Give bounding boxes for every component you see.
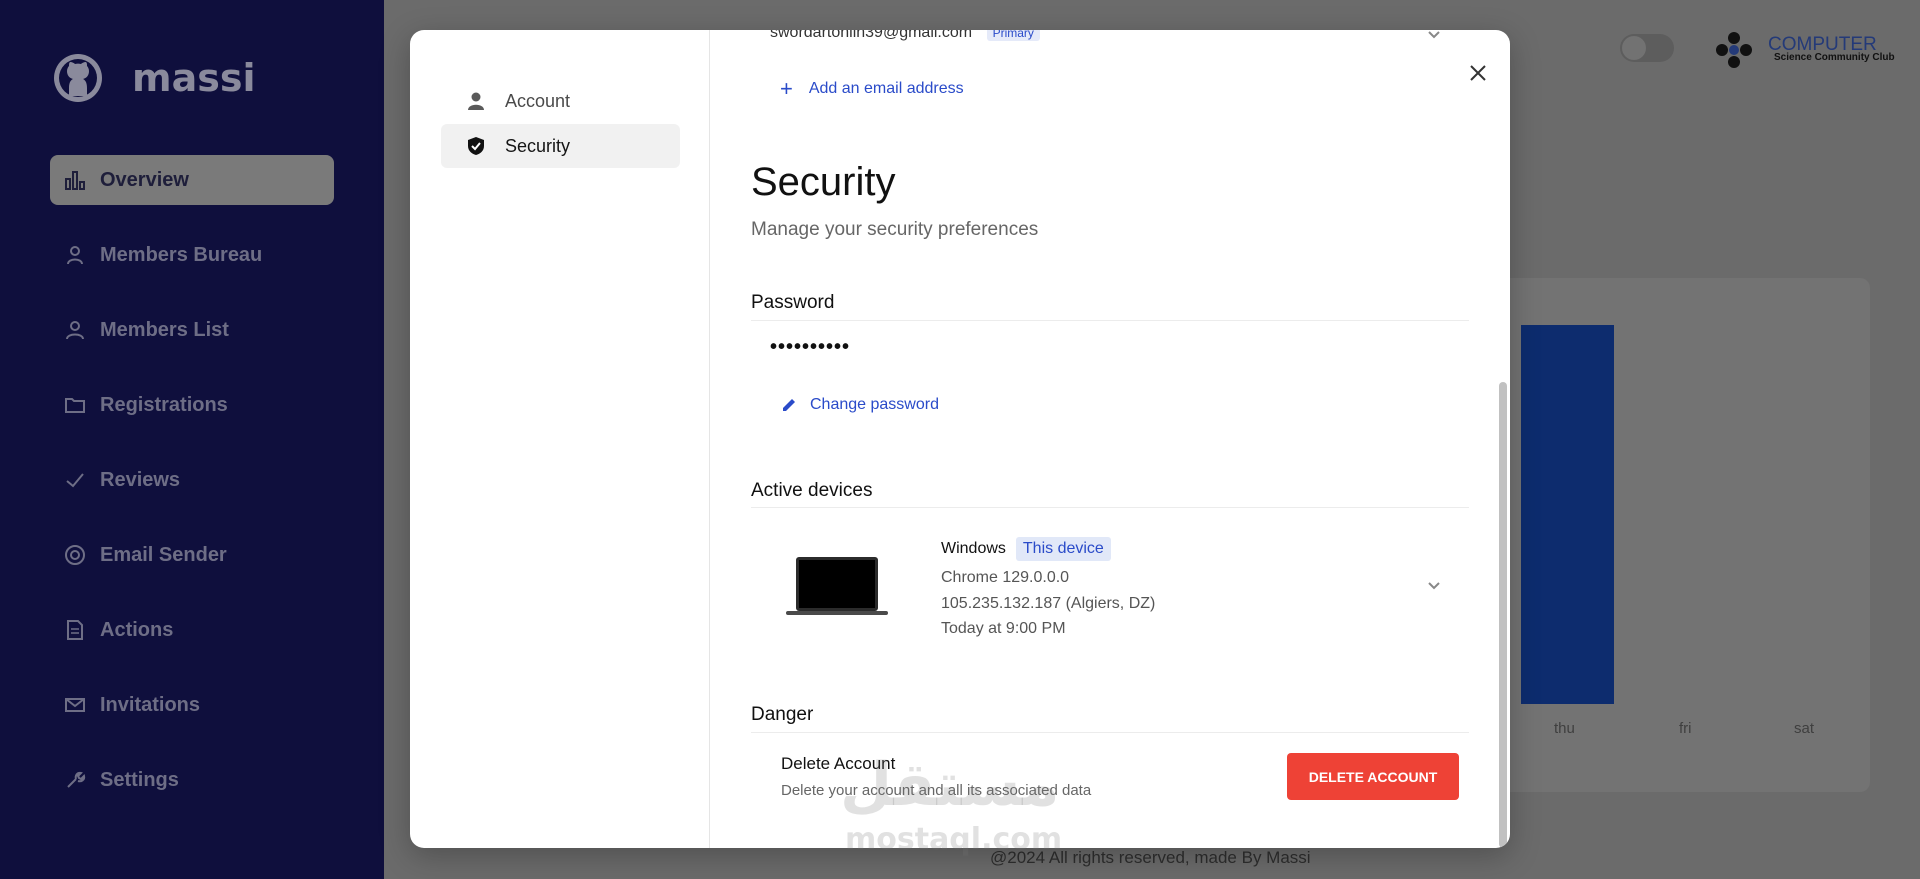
password-value: ••••••••••: [770, 336, 851, 358]
laptop-icon: [786, 557, 888, 615]
sidebar-item-members-bureau[interactable]: Members Bureau: [50, 230, 334, 280]
device-os: Windows: [941, 540, 1006, 557]
tab-label: Security: [505, 135, 571, 156]
x-tick-label: fri: [1679, 720, 1692, 737]
tab-account[interactable]: Account: [441, 79, 680, 123]
sidebar-item-label: Registrations: [100, 393, 228, 416]
sidebar-item-email-sender[interactable]: Email Sender: [50, 530, 334, 580]
sidebar-item-actions[interactable]: Actions: [50, 605, 334, 655]
person-icon: [465, 90, 487, 112]
x-tick-label: thu: [1554, 720, 1575, 737]
devices-section-title: Active devices: [751, 480, 873, 501]
primary-badge: Primary: [986, 30, 1040, 41]
pencil-icon: [783, 399, 795, 411]
theme-toggle[interactable]: [1620, 34, 1674, 62]
sidebar-item-reviews[interactable]: Reviews: [50, 455, 334, 505]
close-icon: [1470, 65, 1486, 81]
shield-icon: [465, 135, 487, 157]
chart-bar-icon: [64, 169, 86, 191]
tab-label: Account: [505, 90, 571, 111]
scrollbar-thumb[interactable]: [1499, 382, 1507, 848]
divider: [751, 507, 1469, 508]
person-icon: [64, 244, 86, 266]
club-subtitle: Science Community Club: [1774, 52, 1895, 63]
user-icon: [64, 319, 86, 341]
chevron-down-icon[interactable]: [1424, 30, 1444, 44]
x-tick-label: sat: [1794, 720, 1815, 737]
divider: [751, 732, 1469, 733]
wrench-icon: [64, 769, 86, 791]
document-icon: [64, 619, 86, 641]
device-row: Windows This device: [941, 537, 1111, 561]
github-icon: [54, 54, 102, 102]
sidebar-item-settings[interactable]: Settings: [50, 755, 334, 805]
delete-account-button[interactable]: DELETE ACCOUNT: [1287, 753, 1459, 800]
brand: massi: [52, 52, 256, 104]
add-email-button[interactable]: + Add an email address: [780, 76, 964, 101]
device-browser: Chrome 129.0.0.0: [941, 569, 1070, 586]
sidebar-item-registrations[interactable]: Registrations: [50, 380, 334, 430]
chevron-down-icon[interactable]: [1424, 575, 1444, 595]
sidebar-item-label: Members Bureau: [100, 243, 263, 266]
this-device-badge: This device: [1015, 537, 1111, 561]
mail-icon: [64, 694, 86, 716]
password-section-title: Password: [751, 292, 835, 313]
sidebar-item-label: Reviews: [100, 468, 181, 491]
device-ip: 105.235.132.187 (Algiers, DZ): [941, 595, 1156, 612]
email-row: swordartonlin39@gmail.com Primary: [770, 30, 1040, 42]
folder-icon: [64, 394, 86, 416]
sidebar-item-label: Invitations: [100, 693, 201, 716]
page-title: Security: [751, 160, 896, 204]
sidebar: massi Overview Members Bureau Members Li…: [0, 0, 384, 879]
email-address: swordartonlin39@gmail.com: [770, 30, 973, 41]
change-password-label: Change password: [810, 396, 939, 413]
watermark: مستقل: [840, 750, 1060, 820]
brand-name: massi: [132, 56, 256, 100]
sidebar-item-overview[interactable]: Overview: [50, 155, 334, 205]
divider: [751, 320, 1469, 321]
sidebar-item-label: Settings: [100, 768, 179, 791]
at-icon: [64, 544, 86, 566]
profile-modal: Account Security swordartonlin39@gmail.c…: [410, 30, 1510, 848]
close-button[interactable]: [1460, 55, 1496, 91]
sidebar-item-label: Overview: [100, 168, 189, 191]
tab-security[interactable]: Security: [441, 124, 680, 168]
sidebar-nav: Overview Members Bureau Members List Reg…: [50, 155, 334, 830]
change-password-button[interactable]: Change password: [780, 396, 939, 414]
plus-icon: +: [780, 76, 793, 101]
device-time: Today at 9:00 PM: [941, 620, 1066, 637]
watermark-url: mostaql.com: [845, 822, 1063, 857]
check-icon: [64, 469, 86, 491]
modal-sidebar: Account Security: [410, 30, 710, 848]
sidebar-item-label: Members List: [100, 318, 229, 341]
sidebar-item-invitations[interactable]: Invitations: [50, 680, 334, 730]
page-subtitle: Manage your security preferences: [751, 219, 1039, 240]
sidebar-item-members-list[interactable]: Members List: [50, 305, 334, 355]
sidebar-item-label: Email Sender: [100, 543, 227, 566]
add-email-label: Add an email address: [808, 80, 964, 97]
sidebar-item-label: Actions: [100, 618, 174, 641]
danger-section-title: Danger: [751, 704, 814, 725]
chart-bar: [1521, 325, 1614, 704]
